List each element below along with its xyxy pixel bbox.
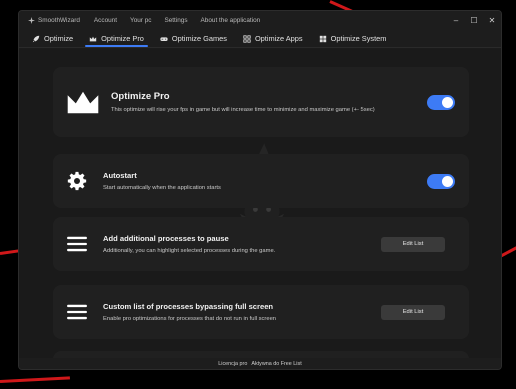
tab-label: Optimize Apps <box>254 34 303 43</box>
license-label: Licencja pro <box>218 360 248 367</box>
crown-icon <box>67 91 99 113</box>
tab-label: Optimize Games <box>171 34 227 43</box>
toggle-knob <box>442 175 453 187</box>
card-description: This optimize will rise your fps in game… <box>111 107 375 113</box>
list-icon <box>67 304 87 320</box>
card-description: Additionally, you can highlight selected… <box>103 248 276 254</box>
gamepad-icon <box>160 36 168 41</box>
app-logo: SmoothWizard <box>28 17 80 24</box>
edit-list-button[interactable]: Edit List <box>381 236 445 252</box>
rocket-icon <box>32 35 40 42</box>
tab-optimize-games[interactable]: Optimize Games <box>154 30 233 47</box>
optimize-pro-card: Optimize Pro This optimize will rise you… <box>53 67 469 137</box>
card-title: Custom list of processes bypassing full … <box>103 302 274 311</box>
tab-label: Optimize Pro <box>101 34 144 43</box>
crown-icon-wrap <box>65 89 101 116</box>
menu-account[interactable]: Account <box>94 17 117 24</box>
tab-bar: Optimize Optimize Pro Optimize Games Opt… <box>19 30 501 48</box>
menu-your-pc[interactable]: Your pc <box>130 17 151 24</box>
windows-icon <box>319 35 326 42</box>
tab-label: Optimize <box>44 34 74 43</box>
card-title: Optimize Pro <box>111 91 170 102</box>
list-icon-wrap <box>61 303 93 321</box>
decorative-red-line <box>0 376 70 383</box>
tab-optimize-pro[interactable]: Optimize Pro <box>83 30 150 47</box>
card-description: Start automatically when the application… <box>103 185 221 191</box>
optimize-pro-toggle[interactable] <box>427 94 455 110</box>
maximize-button[interactable]: ☐ <box>465 11 483 30</box>
edit-list-button[interactable]: Edit List <box>381 304 445 320</box>
minimize-button[interactable]: – <box>447 11 465 30</box>
main-content: Optimize Pro This optimize will rise you… <box>19 49 501 369</box>
autostart-card: Autostart Start automatically when the a… <box>53 154 469 208</box>
pause-processes-card: Add additional processes to pause Additi… <box>53 217 469 271</box>
list-icon-wrap <box>61 235 93 253</box>
apps-grid-icon <box>243 34 251 43</box>
tab-optimize[interactable]: Optimize <box>26 30 79 47</box>
title-bar: SmoothWizard Account Your pc Settings Ab… <box>19 11 501 30</box>
gear-icon <box>67 171 87 191</box>
gear-icon-wrap <box>61 171 93 191</box>
crown-icon <box>89 36 97 41</box>
card-description: Enable pro optimizations for processes t… <box>103 316 277 322</box>
tab-optimize-apps[interactable]: Optimize Apps <box>237 30 309 47</box>
card-title: Autostart <box>103 171 137 180</box>
wizard-logo-icon <box>28 17 35 24</box>
list-icon <box>67 236 87 252</box>
menu-settings[interactable]: Settings <box>164 17 187 24</box>
app-title: SmoothWizard <box>38 17 80 24</box>
toggle-knob <box>442 96 453 108</box>
card-title: Add additional processes to pause <box>103 234 229 243</box>
close-button[interactable]: ✕ <box>483 11 501 30</box>
tab-label: Optimize System <box>330 34 387 43</box>
menu-about[interactable]: About the application <box>201 17 261 24</box>
tab-optimize-system[interactable]: Optimize System <box>313 30 393 47</box>
status-footer: Licencja pro Aktywna do Free List <box>19 358 501 369</box>
autostart-toggle[interactable] <box>427 173 455 189</box>
license-status: Aktywna do Free List <box>251 360 302 367</box>
app-window: SmoothWizard Account Your pc Settings Ab… <box>18 10 502 370</box>
bypass-fullscreen-card: Custom list of processes bypassing full … <box>53 285 469 339</box>
